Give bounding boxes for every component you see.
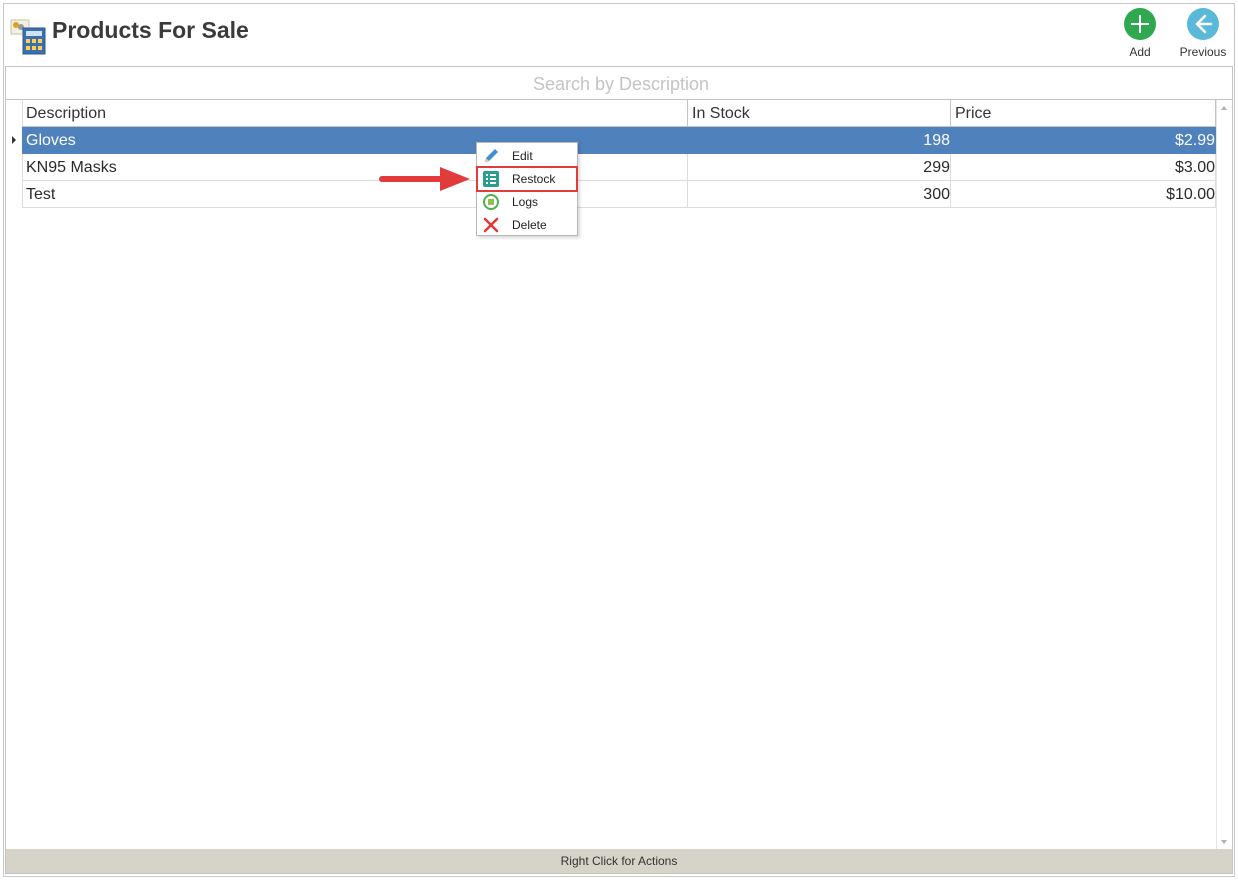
- menu-item-edit[interactable]: Edit: [478, 145, 576, 167]
- menu-item-restock[interactable]: Restock: [476, 166, 578, 192]
- products-window: Products For Sale Add Previous Search by…: [3, 3, 1236, 877]
- table-row[interactable]: Gloves 198 $2.99: [22, 127, 1216, 154]
- vertical-scrollbar[interactable]: [1216, 100, 1232, 850]
- cell-in-stock: 299: [688, 154, 951, 181]
- cell-price: $10.00: [951, 181, 1216, 208]
- plus-circle-icon: [1124, 8, 1156, 40]
- search-input[interactable]: [6, 68, 1236, 100]
- previous-button[interactable]: Previous: [1178, 8, 1228, 64]
- annotation-arrow-icon: [379, 167, 470, 191]
- cell-in-stock: 300: [688, 181, 951, 208]
- scroll-up-icon[interactable]: [1221, 106, 1227, 110]
- scroll-down-icon[interactable]: [1221, 840, 1227, 844]
- calculator-app-icon: [10, 19, 46, 55]
- column-header-price[interactable]: Price: [951, 100, 1216, 127]
- header: Products For Sale Add Previous: [4, 4, 1234, 66]
- table-row[interactable]: Test 300 $10.00: [22, 181, 1216, 208]
- menu-item-logs[interactable]: Logs: [478, 191, 576, 213]
- table-row[interactable]: KN95 Masks 299 $3.00: [22, 154, 1216, 181]
- page-title: Products For Sale: [52, 17, 249, 43]
- column-header-description[interactable]: Description: [22, 100, 688, 127]
- products-table: Description In Stock Price Gloves 198 $2…: [6, 100, 1232, 850]
- menu-item-delete[interactable]: Delete: [478, 214, 576, 236]
- products-grid: Description In Stock Price Gloves 198 $2…: [5, 66, 1236, 874]
- cell-description: Test: [22, 181, 688, 208]
- checklist-icon: [483, 171, 499, 187]
- column-header-in-stock[interactable]: In Stock: [688, 100, 951, 127]
- delete-x-icon: [483, 217, 499, 233]
- menu-item-label: Restock: [512, 172, 556, 186]
- cell-description: Gloves: [22, 127, 688, 154]
- row-indicator-column: [6, 100, 23, 208]
- menu-item-label: Logs: [512, 195, 539, 209]
- context-menu: Edit Restock Logs Delete: [476, 142, 578, 236]
- add-button[interactable]: Add: [1115, 8, 1165, 64]
- cell-price: $2.99: [951, 127, 1216, 154]
- search-bar: [6, 67, 1236, 100]
- menu-item-label: Delete: [512, 218, 547, 232]
- cell-description: KN95 Masks: [22, 154, 688, 181]
- pencil-icon: [485, 149, 498, 162]
- add-button-label: Add: [1129, 45, 1151, 59]
- arrow-left-circle-icon: [1187, 8, 1219, 40]
- previous-button-label: Previous: [1179, 45, 1227, 59]
- cell-in-stock: 198: [688, 127, 951, 154]
- menu-item-label: Edit: [512, 149, 533, 163]
- logs-icon: [483, 194, 499, 210]
- status-bar: Right Click for Actions: [6, 849, 1232, 873]
- cell-price: $3.00: [951, 154, 1216, 181]
- current-row-pointer-icon: [12, 136, 16, 144]
